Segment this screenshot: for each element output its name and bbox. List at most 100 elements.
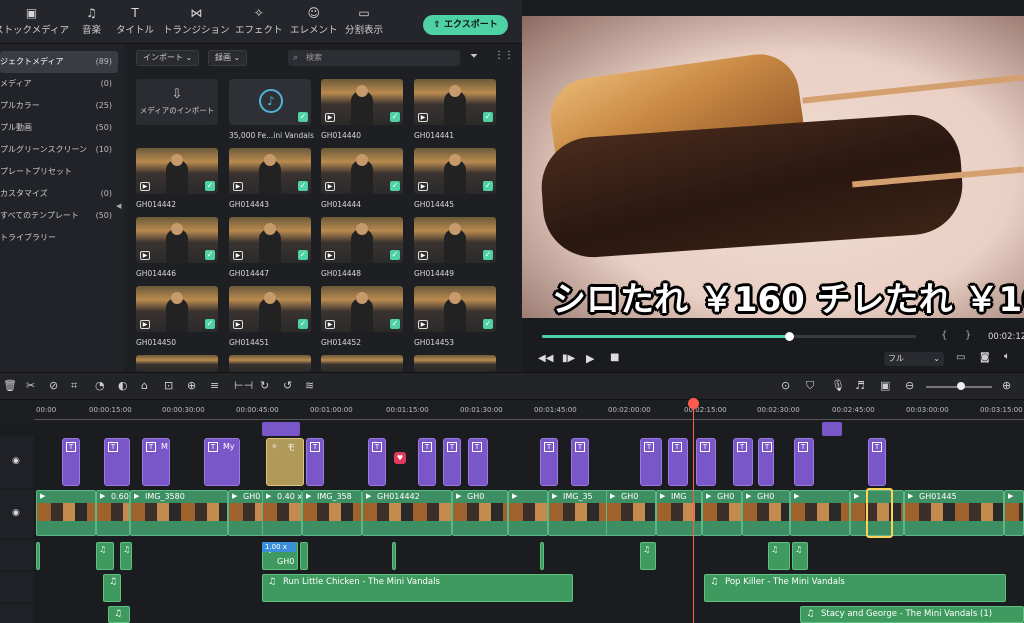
effect-clip[interactable]: ✧ モ <box>266 438 304 486</box>
captions-icon[interactable]: ▣ <box>880 379 890 392</box>
shield-icon[interactable]: ⛉ <box>806 379 814 393</box>
fit-frame-icon[interactable]: ⊡ <box>164 379 173 392</box>
audio-clip-short[interactable]: ♫ <box>103 574 121 602</box>
media-thumbnail[interactable]: ▶ ✓ <box>229 286 311 332</box>
sidebar-item-template-presets[interactable]: プレートプリセット <box>0 161 118 183</box>
stop-icon[interactable]: ■ <box>610 352 619 363</box>
tab-stock-media[interactable]: ▣ ストックメディア <box>0 4 69 36</box>
mask-icon[interactable]: ⊕ <box>187 379 196 392</box>
title-clip[interactable]: T <box>62 438 80 486</box>
overlay-clip[interactable]: ♫ <box>96 542 114 570</box>
title-clip[interactable]: T <box>696 438 716 486</box>
video-clip[interactable]: ▶ IMG_3580 <box>130 490 228 536</box>
sidebar-item-shared-media[interactable]: メディア (0) <box>0 73 118 95</box>
tab-effects[interactable]: ✧ エフェクト <box>235 4 283 36</box>
snapshot-camera-icon[interactable]: ◙ <box>980 352 990 363</box>
media-thumbnail[interactable] <box>321 355 403 372</box>
title-clip[interactable]: T <box>418 438 436 486</box>
visibility-eye-icon[interactable]: ◉ <box>12 456 20 466</box>
marker-clip[interactable] <box>262 422 300 436</box>
media-thumbnail[interactable]: ▶ ✓ <box>229 148 311 194</box>
quality-select[interactable]: フル ⌄ <box>884 352 944 366</box>
marker-clip[interactable] <box>822 422 842 436</box>
tab-transitions[interactable]: ⋈ トランジション <box>163 4 230 36</box>
crop-icon[interactable]: ⌗ <box>71 379 77 393</box>
video-clip[interactable]: ▶ GH0 <box>702 490 742 536</box>
sidebar-item-customize[interactable]: カスタマイズ (0) <box>0 183 118 205</box>
music-media-tile[interactable]: ♪ ✓ <box>229 79 311 125</box>
media-thumbnail[interactable] <box>229 355 311 372</box>
play-icon[interactable]: ▶ <box>586 352 594 365</box>
overlay-clip[interactable]: ♫ <box>120 542 132 570</box>
video-clip[interactable]: ▶ GH0 <box>228 490 264 536</box>
title-clip[interactable]: T <box>868 438 886 486</box>
visibility-eye-icon[interactable]: ◉ <box>12 508 20 518</box>
split-icon[interactable]: ⊢⊣ <box>234 379 253 392</box>
media-thumbnail[interactable] <box>414 355 496 372</box>
title-clip[interactable]: T <box>368 438 386 486</box>
record-dropdown[interactable]: 録画 ⌄ <box>208 50 248 66</box>
title-clip[interactable]: T <box>306 438 324 486</box>
video-clip[interactable]: ▶ IMG_358 <box>302 490 362 536</box>
media-thumbnail[interactable]: ▶ ✓ <box>229 217 311 263</box>
progress-track[interactable] <box>542 335 916 338</box>
video-clip[interactable]: ▶ <box>36 490 96 536</box>
zoom-out-icon[interactable]: ⊖ <box>905 379 914 392</box>
sidebar-item-library[interactable]: トライブラリー <box>0 227 118 249</box>
overlay-clip[interactable] <box>540 542 544 570</box>
video-clip[interactable]: ▶ GH0 <box>606 490 656 536</box>
media-thumbnail[interactable]: ▶ ✓ <box>321 148 403 194</box>
stabilize-icon[interactable]: ⌂ <box>141 379 148 392</box>
overlay-clip[interactable] <box>36 542 40 570</box>
step-back-icon[interactable]: ◀◀ <box>538 353 553 364</box>
media-thumbnail[interactable]: ▶ ✓ <box>136 286 218 332</box>
title-clip[interactable]: T <box>468 438 488 486</box>
audio-mixer-icon[interactable]: ♬ <box>855 379 865 392</box>
video-clip[interactable]: ▶ 0.40 x <box>262 490 302 536</box>
color-palette-icon[interactable]: ◐ <box>118 379 128 392</box>
tab-split-screen[interactable]: ▭ 分割表示 <box>345 4 383 36</box>
media-thumbnail[interactable]: ▶ ✓ <box>136 217 218 263</box>
video-clip[interactable]: ▶ GH0 <box>742 490 790 536</box>
title-clip[interactable]: T <box>733 438 753 486</box>
microphone-icon[interactable]: 🎙︎ <box>831 379 845 392</box>
video-clip[interactable]: ▶ GH014442 <box>362 490 452 536</box>
title-clip[interactable]: T <box>571 438 589 486</box>
import-dropdown[interactable]: インポート ⌄ <box>136 50 200 66</box>
sidebar-item-project-media[interactable]: ジェクトメディア (89) <box>0 51 118 73</box>
sidebar-item-sample-video[interactable]: プル動画 (50) <box>0 117 118 139</box>
title-clip[interactable]: T <box>668 438 688 486</box>
sidebar-item-all-templates[interactable]: すべてのテンプレート (50) <box>0 205 118 227</box>
export-button[interactable]: ⇪ エクスポート <box>423 15 508 35</box>
selected-clip-outline[interactable] <box>866 488 893 538</box>
adjust-sliders-icon[interactable]: ≡ <box>210 379 219 392</box>
media-thumbnail[interactable]: ▶ ✓ <box>414 79 496 125</box>
media-thumbnail[interactable]: ▶ ✓ <box>321 217 403 263</box>
step-forward-icon[interactable]: ▮▶ <box>562 353 575 364</box>
video-clip[interactable]: ▶ <box>790 490 850 536</box>
media-thumbnail[interactable] <box>136 355 218 372</box>
title-clip[interactable]: T <box>758 438 774 486</box>
volume-icon[interactable]: 🔈︎ <box>1004 351 1010 362</box>
title-clip[interactable]: T <box>104 438 130 486</box>
monitor-icon[interactable]: ▭ <box>956 352 965 363</box>
title-clip[interactable]: T My <box>204 438 240 486</box>
media-thumbnail[interactable]: ▶ ✓ <box>321 286 403 332</box>
audio-wave-icon[interactable]: ≋ <box>305 379 314 392</box>
audio-clip-short[interactable]: ♫ <box>108 606 130 623</box>
mark-in-icon[interactable]: { <box>941 330 947 341</box>
media-thumbnail[interactable]: ▶ ✓ <box>414 286 496 332</box>
tab-elements[interactable]: ☺ エレメント <box>290 4 338 36</box>
media-thumbnail[interactable]: ▶ ✓ <box>136 148 218 194</box>
grid-view-icon[interactable]: ⋮⋮ <box>494 50 514 61</box>
video-clip[interactable]: ▶ GH01445 <box>904 490 1004 536</box>
delete-icon[interactable]: 🗑︎ <box>3 379 17 392</box>
media-thumbnail[interactable]: ▶ ✓ <box>321 79 403 125</box>
overlay-clip[interactable]: ♫ <box>792 542 808 570</box>
filter-icon[interactable]: ⏷ <box>470 51 478 62</box>
cut-scissors-icon[interactable]: ✂ <box>26 379 35 392</box>
mark-out-icon[interactable]: } <box>965 330 971 341</box>
video-clip[interactable]: ▶ IMG <box>656 490 702 536</box>
speed-icon[interactable]: ◔ <box>95 379 105 392</box>
video-clip[interactable]: ▶ 0.60 x <box>96 490 130 536</box>
